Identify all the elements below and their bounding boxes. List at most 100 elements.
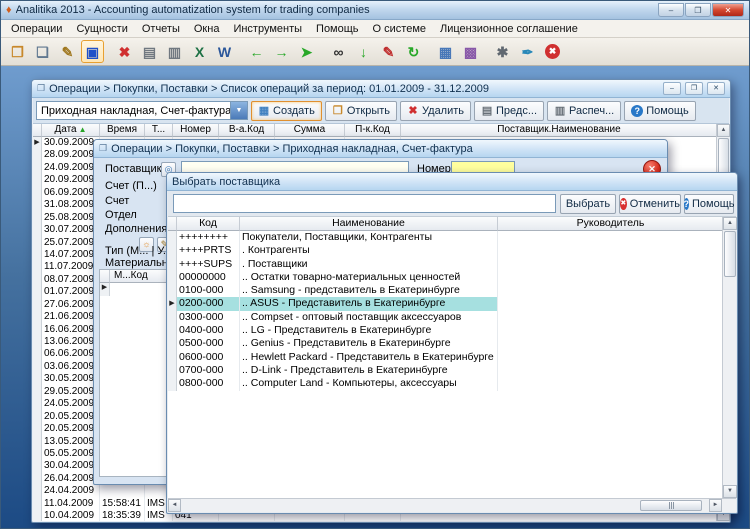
menu-item-6[interactable]: Помощь [309, 22, 366, 36]
menu-item-3[interactable]: Отчеты [135, 22, 187, 36]
cancel-icon: ✖ [620, 198, 627, 210]
dialog-horizontal-scrollbar[interactable]: ◄ ► [168, 498, 736, 512]
nav-back-icon[interactable]: ← [245, 40, 268, 63]
supplier-row[interactable]: ++++SUPS. Поставщики [168, 258, 724, 271]
supplier-dialog-titlebar[interactable]: Выбрать поставщика [167, 173, 737, 191]
cancel-button[interactable]: ✖ Отменить [619, 194, 681, 214]
minimize-button[interactable]: – [658, 3, 684, 17]
column-header[interactable]: В-а.Код [219, 124, 275, 137]
supplier-row[interactable]: 0800-000.. Computer Land - Компьютеры, а… [168, 377, 724, 390]
department-label: Отдел [105, 209, 137, 221]
column-header[interactable]: Сумма [275, 124, 345, 137]
preview-button[interactable]: ▤ Предс... [474, 101, 544, 121]
nav-next-icon[interactable]: ➤ [295, 40, 318, 63]
column-header[interactable]: Руководитель [498, 217, 724, 231]
create-button[interactable]: ▦ Создать [251, 101, 322, 121]
app-title: Analitika 2013 - Accounting automatizati… [16, 4, 654, 16]
notes-icon[interactable]: ✒ [516, 40, 539, 63]
nav-forward-icon[interactable]: → [270, 40, 293, 63]
supplier-table-header: КодНаименованиеРуководитель [168, 217, 724, 231]
edit-document-icon[interactable]: ✎ [56, 40, 79, 63]
help-icon: ? [631, 105, 643, 117]
column-header[interactable]: Номер [173, 124, 219, 137]
close-button[interactable]: ✕ [712, 3, 744, 17]
open-folder-icon[interactable]: ❒ [6, 40, 29, 63]
supplier-row[interactable]: 00000000.. Остатки товарно-материальных … [168, 271, 724, 284]
print-button[interactable]: ▥ Распеч... [547, 101, 621, 121]
supplier-dialog: Выбрать поставщика Выбрать ✖ Отменить ? … [166, 172, 738, 514]
doc-type-select[interactable]: Приходная накладная, Счет-фактура ▼ [36, 101, 248, 120]
dialog-help-button[interactable]: ? Помощь [684, 194, 734, 214]
open-icon: ❒ [332, 104, 344, 117]
chevron-down-icon[interactable]: ▼ [230, 102, 247, 119]
delete-button[interactable]: ✖ Удалить [400, 101, 471, 121]
column-header[interactable]: Код [177, 217, 240, 231]
menu-item-7[interactable]: О системе [366, 22, 433, 36]
app-window: ♦ Analitika 2013 - Accounting automatiza… [0, 0, 750, 529]
list-window-titlebar[interactable]: ❐ Операции > Покупки, Поставки > Список … [32, 80, 730, 98]
supplier-search-input[interactable] [173, 194, 556, 213]
column-header[interactable]: Поставщик.Наименование [401, 124, 718, 137]
list-window-title: Операции > Покупки, Поставки > Список оп… [49, 83, 489, 95]
child-maximize-button[interactable]: ❐ [685, 82, 703, 95]
child-close-button[interactable]: ✕ [707, 82, 725, 95]
supplier-row[interactable]: ++++PRTS. Контрагенты [168, 244, 724, 257]
supplier-row[interactable]: 0100-000.. Samsung - представитель в Ека… [168, 284, 724, 297]
supplier-row[interactable]: 0300-000.. Compset - оптовый поставщик а… [168, 311, 724, 324]
supplier-table-body: ++++++++Покупатели, Поставщики, Контраге… [168, 231, 724, 498]
refresh-icon[interactable]: ↻ [402, 40, 425, 63]
app-titlebar[interactable]: ♦ Analitika 2013 - Accounting automatiza… [1, 1, 749, 20]
main-toolbar: ❒❏✎▣✖▤▥XW←→➤∞↓✎↻▦▩✱✒✖ [1, 38, 749, 66]
open-button[interactable]: ❒ Открыть [325, 101, 397, 121]
search-binoculars-icon[interactable]: ∞ [327, 40, 350, 63]
table-icon[interactable]: ▦ [434, 40, 457, 63]
delete-icon[interactable]: ✖ [113, 40, 136, 63]
maximize-button[interactable]: ❐ [685, 3, 711, 17]
column-header[interactable]: Дата▲ [42, 124, 100, 137]
row-pointer-icon: ▶ [100, 283, 110, 296]
form-icon[interactable]: ▩ [459, 40, 482, 63]
settings-icon[interactable]: ✱ [491, 40, 514, 63]
scrollbar-thumb[interactable] [724, 231, 736, 277]
supplier-row[interactable]: ▶0200-000.. ASUS - Представитель в Екате… [168, 297, 724, 310]
column-header[interactable]: Наименование [240, 217, 498, 231]
scroll-up-icon[interactable]: ▲ [717, 124, 730, 137]
supplier-row[interactable]: 0400-000.. LG - Представитель в Екатерин… [168, 324, 724, 337]
menu-item-2[interactable]: Сущности [69, 22, 134, 36]
scroll-up-icon[interactable]: ▲ [723, 217, 737, 230]
account-p-label: Счет (П...) [105, 180, 157, 192]
scroll-down-icon[interactable]: ▼ [723, 485, 737, 498]
print-icon[interactable]: ▥ [163, 40, 186, 63]
supplier-row[interactable]: 0700-000.. D-Link - Представитель в Екат… [168, 364, 724, 377]
menu-item-4[interactable]: Окна [187, 22, 227, 36]
export-word-icon[interactable]: W [213, 40, 236, 63]
supplier-row[interactable]: 0600-000.. Hewlett Packard - Представите… [168, 351, 724, 364]
menu-item-1[interactable]: Операции [4, 22, 69, 36]
save-icon[interactable]: ▣ [81, 40, 104, 63]
select-button[interactable]: Выбрать [560, 194, 616, 214]
doc-type-value: Приходная накладная, Счет-фактура [37, 105, 230, 117]
supplier-row[interactable]: 0500-000.. Genius - Представитель в Екат… [168, 337, 724, 350]
scroll-left-icon[interactable]: ◄ [168, 499, 181, 512]
print-preview-icon[interactable]: ▤ [138, 40, 161, 63]
column-header[interactable]: Т... [145, 124, 173, 137]
help-icon: ? [684, 198, 690, 210]
supplier-row[interactable]: ++++++++Покупатели, Поставщики, Контраге… [168, 231, 724, 244]
download-icon[interactable]: ↓ [352, 40, 375, 63]
scroll-right-icon[interactable]: ► [709, 499, 722, 512]
help-button[interactable]: ? Помощь [624, 101, 696, 121]
delete-icon: ✖ [407, 104, 419, 117]
exit-icon[interactable]: ✖ [541, 40, 564, 63]
column-header[interactable]: П-к.Код [345, 124, 401, 137]
export-excel-icon[interactable]: X [188, 40, 211, 63]
menu-item-5[interactable]: Инструменты [226, 22, 309, 36]
invoice-window-titlebar[interactable]: ❐ Операции > Покупки, Поставки > Приходн… [94, 140, 667, 158]
scrollbar-thumb[interactable] [640, 500, 702, 511]
invoice-window-title: Операции > Покупки, Поставки > Приходная… [111, 143, 473, 155]
sign-pen-icon[interactable]: ✎ [377, 40, 400, 63]
column-header[interactable]: Время [100, 124, 145, 137]
dialog-vertical-scrollbar[interactable]: ▲ ▼ [722, 217, 736, 498]
menu-item-8[interactable]: Лицензионное соглашение [433, 22, 585, 36]
new-document-icon[interactable]: ❏ [31, 40, 54, 63]
child-minimize-button[interactable]: – [663, 82, 681, 95]
